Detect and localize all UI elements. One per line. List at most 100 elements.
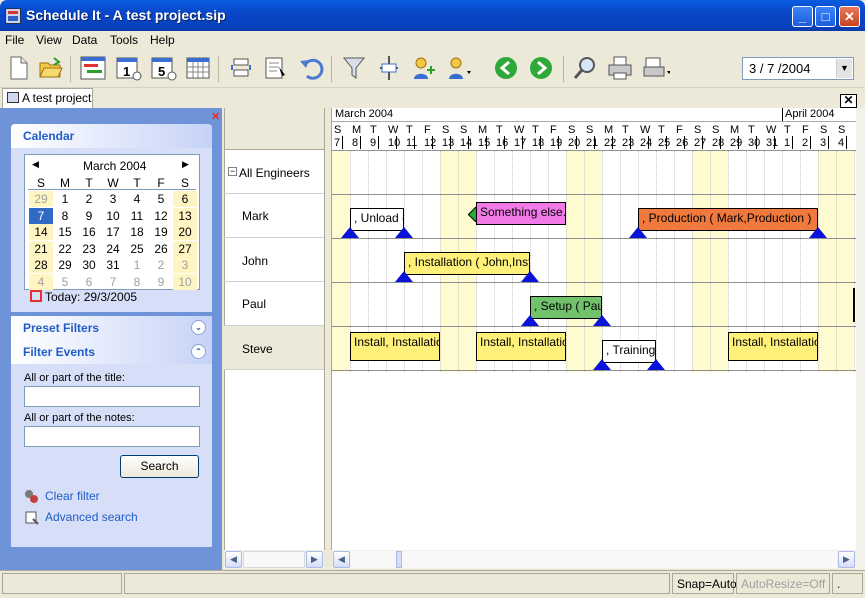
calendar-day[interactable]: 2 bbox=[149, 257, 173, 273]
calendar-day[interactable]: 12 bbox=[149, 208, 173, 224]
collapse-chevron-icon[interactable]: ⌃ bbox=[191, 344, 206, 359]
calendar-day[interactable]: 28 bbox=[29, 257, 53, 273]
new-file-icon[interactable] bbox=[3, 53, 33, 83]
calendar-day[interactable]: 14 bbox=[29, 224, 53, 240]
calendar-day[interactable]: 29 bbox=[29, 191, 53, 207]
calendar-day[interactable]: 3 bbox=[101, 191, 125, 207]
print-preview-icon[interactable] bbox=[640, 53, 670, 83]
event-install-1[interactable]: Install, Installation bbox=[350, 332, 440, 361]
prev-month-icon[interactable]: ◀ bbox=[32, 159, 39, 170]
snap-status[interactable]: Snap=Auto bbox=[672, 573, 737, 594]
scroll-right-button[interactable]: ▶ bbox=[838, 551, 855, 568]
start-marker-icon[interactable] bbox=[629, 227, 647, 238]
calendar-day[interactable]: 29 bbox=[53, 257, 77, 273]
resource-row-john[interactable] bbox=[224, 238, 324, 282]
preset-filters-header[interactable]: Preset Filters ⌄ bbox=[11, 316, 212, 340]
menu-tools[interactable]: Tools bbox=[110, 33, 138, 47]
search-button[interactable]: Search bbox=[120, 455, 199, 478]
calendar-day[interactable]: 6 bbox=[173, 191, 197, 207]
menu-file[interactable]: File bbox=[5, 33, 24, 47]
scrollbar-track[interactable] bbox=[351, 551, 837, 568]
autoresize-status[interactable]: AutoResize=Off bbox=[736, 573, 830, 594]
calendar-day[interactable]: 27 bbox=[173, 240, 197, 257]
week-view-icon[interactable]: 5 bbox=[148, 53, 178, 83]
pane-splitter[interactable] bbox=[324, 108, 332, 570]
calendar-day[interactable]: 3 bbox=[173, 257, 197, 273]
calendar-day[interactable]: 7 bbox=[29, 207, 53, 224]
calendar-day[interactable]: 5 bbox=[53, 274, 77, 290]
menu-view[interactable]: View bbox=[36, 33, 62, 47]
print-icon[interactable] bbox=[605, 53, 635, 83]
event-installation-john[interactable]: , Installation ( John,Install bbox=[404, 252, 530, 275]
maximize-button[interactable]: □ bbox=[815, 6, 836, 27]
calendar-day[interactable]: 2 bbox=[77, 191, 101, 207]
title-filter-input[interactable] bbox=[24, 386, 200, 407]
calendar-day[interactable]: 13 bbox=[173, 207, 197, 224]
resource-row-mark[interactable] bbox=[224, 194, 324, 238]
calendar-day[interactable]: 18 bbox=[125, 224, 149, 240]
forward-arrow-icon[interactable] bbox=[526, 53, 556, 83]
scroll-left-button[interactable]: ◀ bbox=[333, 551, 350, 568]
start-marker-icon[interactable] bbox=[521, 315, 539, 326]
advanced-search-link[interactable]: Advanced search bbox=[45, 510, 138, 524]
calendar-day[interactable]: 26 bbox=[149, 241, 173, 257]
end-marker-icon[interactable] bbox=[395, 227, 413, 238]
edit-event-icon[interactable] bbox=[261, 53, 291, 83]
menu-help[interactable]: Help bbox=[150, 33, 175, 47]
calendar-day[interactable]: 31 bbox=[101, 257, 125, 273]
calendar-day[interactable]: 9 bbox=[149, 274, 173, 290]
gantt-view-icon[interactable] bbox=[78, 53, 108, 83]
resource-row-steve[interactable] bbox=[224, 326, 324, 370]
calendar-day[interactable]: 23 bbox=[77, 241, 101, 257]
calendar-day[interactable]: 8 bbox=[125, 274, 149, 290]
today-link[interactable]: Today: 29/3/2005 bbox=[45, 290, 137, 304]
calendar-day[interactable]: 10 bbox=[173, 273, 197, 290]
notes-filter-input[interactable] bbox=[24, 426, 200, 447]
scrollbar-track[interactable] bbox=[243, 551, 305, 568]
event-production[interactable]: , Production ( Mark,Production ) bbox=[638, 208, 818, 231]
end-marker-icon[interactable] bbox=[521, 271, 539, 282]
calendar-day[interactable]: 25 bbox=[125, 241, 149, 257]
day-view-icon[interactable]: 1 bbox=[113, 53, 143, 83]
calendar-day[interactable]: 24 bbox=[101, 241, 125, 257]
minimize-button[interactable]: _ bbox=[792, 6, 813, 27]
collapse-group-icon[interactable]: − bbox=[228, 167, 237, 176]
start-marker-icon[interactable] bbox=[395, 271, 413, 282]
calendar-day[interactable]: 6 bbox=[77, 274, 101, 290]
calendar-day[interactable]: 11 bbox=[125, 208, 149, 224]
clear-filter-link[interactable]: Clear filter bbox=[45, 489, 100, 503]
event-install-3[interactable]: Install, Installation bbox=[728, 332, 818, 361]
undo-icon[interactable] bbox=[296, 53, 326, 83]
gantt-chart[interactable]: March 2004 April 2004 S 7 M 8 T 9 W 10 T 11 F 12 S 13… bbox=[332, 108, 856, 550]
end-marker-icon[interactable] bbox=[809, 227, 827, 238]
calendar-day[interactable]: 4 bbox=[125, 191, 149, 207]
open-folder-icon[interactable] bbox=[36, 53, 66, 83]
move-icon[interactable] bbox=[374, 53, 404, 83]
calendar-day[interactable]: 16 bbox=[77, 224, 101, 240]
search-icon[interactable] bbox=[570, 53, 600, 83]
arrange-icon[interactable] bbox=[226, 53, 256, 83]
filter-events-header[interactable]: Filter Events ⌃ bbox=[11, 340, 212, 364]
event-setup[interactable]: , Setup ( Paul, bbox=[530, 296, 602, 319]
close-tab-button[interactable]: ✕ bbox=[840, 94, 857, 108]
calendar-day[interactable]: 15 bbox=[53, 224, 77, 240]
add-resource-icon[interactable] bbox=[409, 53, 439, 83]
calendar-day[interactable]: 19 bbox=[149, 224, 173, 240]
expand-chevron-icon[interactable]: ⌄ bbox=[191, 320, 206, 335]
scroll-left-button[interactable]: ◀ bbox=[225, 551, 242, 568]
event-install-2[interactable]: Install, Installation bbox=[476, 332, 566, 361]
calendar-day[interactable]: 5 bbox=[149, 191, 173, 207]
close-pane-icon[interactable]: ✕ bbox=[211, 110, 220, 123]
calendar-day[interactable]: 4 bbox=[29, 273, 53, 290]
start-marker-icon[interactable] bbox=[341, 227, 359, 238]
event-something-else[interactable]: Something else.. bbox=[476, 202, 566, 225]
calendar-day[interactable]: 1 bbox=[53, 191, 77, 207]
calendar-day[interactable]: 7 bbox=[101, 274, 125, 290]
resource-row-paul[interactable] bbox=[224, 282, 324, 326]
menu-data[interactable]: Data bbox=[72, 33, 97, 47]
end-marker-icon[interactable] bbox=[593, 315, 611, 326]
calendar-day[interactable]: 30 bbox=[77, 257, 101, 273]
month-view-icon[interactable] bbox=[183, 53, 213, 83]
calendar-day[interactable]: 22 bbox=[53, 241, 77, 257]
resource-menu-icon[interactable] bbox=[444, 53, 474, 83]
